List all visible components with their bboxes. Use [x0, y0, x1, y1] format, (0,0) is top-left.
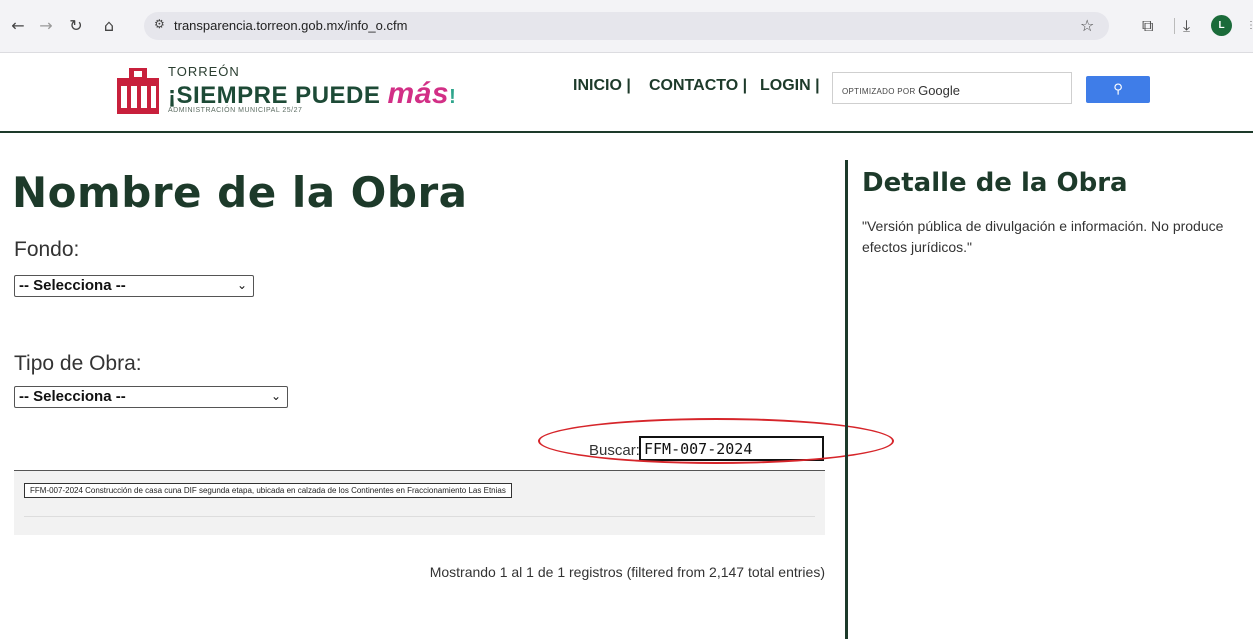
- tipo-obra-select[interactable]: -- Selecciona -- ⌄: [14, 386, 288, 408]
- extensions-icon[interactable]: ⧉: [1142, 14, 1153, 38]
- menu-dots-icon[interactable]: ⋮: [1246, 20, 1253, 32]
- site-search-input[interactable]: OPTIMIZADO POR Google: [832, 72, 1072, 104]
- nav-inicio[interactable]: INICIO |: [573, 77, 631, 95]
- fondo-select[interactable]: -- Selecciona -- ⌄: [14, 275, 254, 297]
- detail-note: "Versión pública de divulgación e inform…: [862, 218, 1224, 255]
- toolbar-separator: [1174, 18, 1175, 34]
- tipo-obra-label: Tipo de Obra:: [14, 352, 142, 375]
- site-header: TORREÓN ¡SIEMPRE PUEDE más! ADMINISTRACI…: [0, 53, 1253, 133]
- back-icon[interactable]: ←: [6, 14, 30, 38]
- fondo-select-value: -- Selecciona --: [19, 277, 126, 294]
- site-logo[interactable]: TORREÓN ¡SIEMPRE PUEDE más! ADMINISTRACI…: [115, 64, 465, 124]
- tipo-obra-select-value: -- Selecciona --: [19, 388, 126, 405]
- fondo-label: Fondo:: [14, 238, 80, 261]
- profile-avatar[interactable]: L: [1211, 15, 1232, 36]
- page-title: Nombre de la Obra: [12, 168, 468, 217]
- site-info-icon[interactable]: ⚙: [154, 17, 165, 31]
- row-divider: [24, 516, 815, 517]
- results-table: FFM-007-2024 Construcción de casa cuna D…: [14, 470, 825, 535]
- search-button[interactable]: ⚲: [1086, 76, 1150, 103]
- bookmark-star-icon[interactable]: ☆: [1080, 14, 1094, 38]
- chevron-down-icon: ⌄: [270, 389, 281, 403]
- address-bar[interactable]: ⚙ transparencia.torreon.gob.mx/info_o.cf…: [144, 12, 1109, 40]
- forward-icon[interactable]: →: [34, 14, 58, 38]
- url-text: transparencia.torreon.gob.mx/info_o.cfm: [174, 18, 408, 33]
- nav-login[interactable]: LOGIN |: [760, 77, 820, 95]
- annotation-ellipse: [538, 418, 894, 464]
- nav-contacto[interactable]: CONTACTO |: [649, 77, 747, 95]
- reload-icon[interactable]: ↻: [64, 14, 88, 38]
- logo-slogan: ¡SIEMPRE PUEDE más!: [168, 77, 457, 110]
- table-row[interactable]: FFM-007-2024 Construcción de casa cuna D…: [24, 483, 512, 498]
- detail-title: Detalle de la Obra: [862, 168, 1128, 198]
- browser-toolbar: ← → ↻ ⌂ ⚙ transparencia.torreon.gob.mx/i…: [0, 0, 1253, 53]
- search-icon: ⚲: [1113, 82, 1123, 97]
- table-info: Mostrando 1 al 1 de 1 registros (filtere…: [429, 564, 825, 580]
- home-icon[interactable]: ⌂: [97, 14, 121, 38]
- download-icon[interactable]: ⤓: [1183, 14, 1190, 38]
- search-branding: OPTIMIZADO POR Google: [842, 83, 960, 98]
- city-hall-logo-icon: [117, 68, 159, 114]
- column-divider: [845, 160, 848, 639]
- chevron-down-icon: ⌄: [236, 278, 247, 292]
- logo-admin: ADMINISTRACIÓN MUNICIPAL 25/27: [168, 107, 303, 114]
